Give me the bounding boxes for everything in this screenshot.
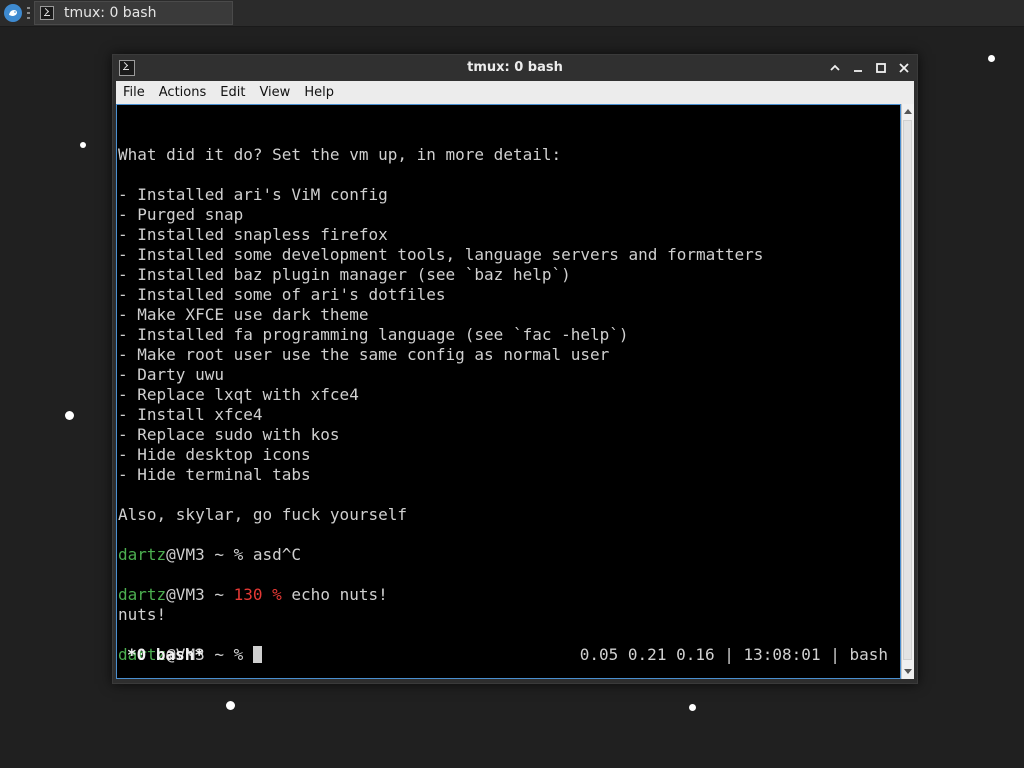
scrollbar-thumb[interactable] bbox=[903, 120, 912, 660]
terminal-area[interactable]: What did it do? Set the vm up, in more d… bbox=[116, 104, 901, 679]
terminal-text: - Installed baz plugin manager (see `baz… bbox=[118, 265, 571, 284]
menu-edit[interactable]: Edit bbox=[213, 81, 252, 104]
terminal-line: - Purged snap bbox=[118, 205, 763, 225]
menu-bar: File Actions Edit View Help bbox=[116, 81, 914, 104]
terminal-line: - Darty uwu bbox=[118, 365, 763, 385]
terminal-text: - Installed ari's ViM config bbox=[118, 185, 388, 204]
terminal-line: - Installed some of ari's dotfiles bbox=[118, 285, 763, 305]
terminal-line: nuts! bbox=[118, 605, 763, 625]
terminal-text: nuts! bbox=[118, 605, 167, 624]
desktop-dot bbox=[988, 55, 995, 62]
terminal-text: - Installed fa programming language (see… bbox=[118, 325, 629, 344]
terminal-line: What did it do? Set the vm up, in more d… bbox=[118, 145, 763, 165]
terminal-line: - Install xfce4 bbox=[118, 405, 763, 425]
prompt-username: dartz bbox=[118, 545, 167, 564]
terminal-text: What did it do? Set the vm up, in more d… bbox=[118, 145, 562, 164]
terminal-line: - Installed baz plugin manager (see `baz… bbox=[118, 265, 763, 285]
terminal-line: - Make XFCE use dark theme bbox=[118, 305, 763, 325]
tmux-status-bar: *0 bash* 0.05 0.21 0.16 | 13:08:01 | bas… bbox=[127, 645, 888, 665]
desktop-dot bbox=[226, 701, 235, 710]
terminal-text: - Hide desktop icons bbox=[118, 445, 311, 464]
menu-help[interactable]: Help bbox=[297, 81, 341, 104]
terminal-text: Also, skylar, go fuck yourself bbox=[118, 505, 407, 524]
scroll-up-arrow-icon[interactable] bbox=[904, 109, 912, 114]
window-title: tmux: 0 bash bbox=[467, 60, 563, 75]
menu-view[interactable]: View bbox=[252, 81, 297, 104]
terminal-text: - Install xfce4 bbox=[118, 405, 263, 424]
terminal-text: - Purged snap bbox=[118, 205, 244, 224]
terminal-line: - Make root user use the same config as … bbox=[118, 345, 763, 365]
desktop-dot bbox=[65, 411, 74, 420]
desktop-dot bbox=[689, 704, 696, 711]
scroll-down-arrow-icon[interactable] bbox=[904, 669, 912, 674]
terminal-text: - Installed some development tools, lang… bbox=[118, 245, 764, 264]
terminal-line: - Replace lxqt with xfce4 bbox=[118, 385, 763, 405]
terminal-line: dartz@VM3 ~ 130 % echo nuts! bbox=[118, 585, 763, 605]
terminal-line: - Installed some development tools, lang… bbox=[118, 245, 763, 265]
menu-actions[interactable]: Actions bbox=[152, 81, 214, 104]
terminal-text: - Darty uwu bbox=[118, 365, 224, 384]
terminal-line: - Installed fa programming language (see… bbox=[118, 325, 763, 345]
terminal-output: What did it do? Set the vm up, in more d… bbox=[118, 125, 763, 665]
terminal-line: dartz@VM3 ~ % asd^C bbox=[118, 545, 763, 565]
terminal-line: - Hide terminal tabs bbox=[118, 465, 763, 485]
top-panel: tmux: 0 bash bbox=[0, 0, 1024, 27]
close-icon[interactable] bbox=[894, 58, 914, 78]
prompt-username: dartz bbox=[118, 585, 167, 604]
terminal-line: - Hide desktop icons bbox=[118, 445, 763, 465]
terminal-line: - Replace sudo with kos bbox=[118, 425, 763, 445]
desktop: tmux: 0 bash tmux: 0 bash File Actions E… bbox=[0, 0, 1024, 768]
terminal-icon bbox=[40, 6, 54, 20]
terminal-text: @VM3 ~ bbox=[166, 585, 234, 604]
terminal-line: Also, skylar, go fuck yourself bbox=[118, 505, 763, 525]
tmux-window-list: *0 bash* bbox=[127, 645, 205, 664]
terminal-text: - Hide terminal tabs bbox=[118, 465, 311, 484]
terminal-window: tmux: 0 bash File Actions Edit View Help… bbox=[112, 54, 918, 684]
terminal-line: - Installed ari's ViM config bbox=[118, 185, 763, 205]
taskbar-window-button[interactable]: tmux: 0 bash bbox=[34, 1, 233, 25]
terminal-text: echo nuts! bbox=[281, 585, 388, 604]
maximize-icon[interactable] bbox=[871, 58, 891, 78]
terminal-text: @VM3 ~ % asd^C bbox=[166, 545, 302, 564]
vertical-scrollbar[interactable] bbox=[901, 104, 914, 679]
terminal-line: - Installed snapless firefox bbox=[118, 225, 763, 245]
prompt-exit-code: 130 % bbox=[233, 585, 282, 604]
chevron-up-icon[interactable] bbox=[825, 58, 845, 78]
terminal-text: - Replace lxqt with xfce4 bbox=[118, 385, 359, 404]
terminal-text: - Installed some of ari's dotfiles bbox=[118, 285, 446, 304]
xfce-mouse-icon[interactable] bbox=[4, 4, 22, 22]
window-titlebar[interactable]: tmux: 0 bash bbox=[113, 55, 917, 81]
minimize-icon[interactable] bbox=[848, 58, 868, 78]
taskbar-window-title: tmux: 0 bash bbox=[64, 5, 157, 21]
panel-handle bbox=[27, 7, 30, 19]
terminal-text: - Make XFCE use dark theme bbox=[118, 305, 369, 324]
tmux-status-right: 0.05 0.21 0.16 | 13:08:01 | bash bbox=[579, 645, 888, 664]
terminal-text: - Replace sudo with kos bbox=[118, 425, 340, 444]
menu-file[interactable]: File bbox=[116, 81, 152, 104]
desktop-dot bbox=[80, 142, 86, 148]
terminal-text: - Make root user use the same config as … bbox=[118, 345, 610, 364]
terminal-text: - Installed snapless firefox bbox=[118, 225, 388, 244]
